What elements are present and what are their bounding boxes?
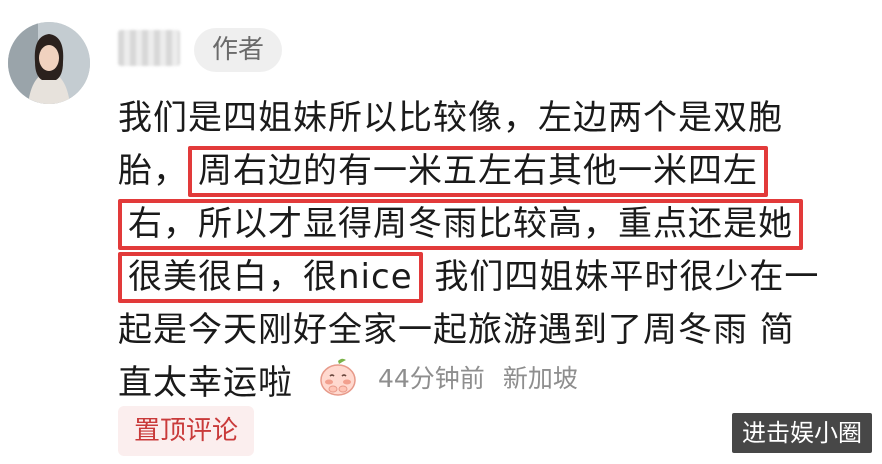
comment-line-text: 我们是四姐妹所以比较像，左边两个是双胞: [118, 98, 783, 138]
comment-line-text: 起是今天刚好全家一起旅游遇到了周冬雨 简: [118, 310, 795, 350]
comment-meta: 44分钟前 新加坡: [316, 352, 578, 402]
highlight-box: 右，所以才显得周冬雨比较高，重点还是她: [118, 199, 803, 250]
watermark: 进击娱小圈: [732, 413, 872, 453]
highlight-box: 周右边的有一米五左右其他一米四左: [188, 146, 768, 197]
user-avatar[interactable]: [8, 22, 90, 104]
comment-line: 起是今天刚好全家一起旅游遇到了周冬雨 简: [118, 304, 868, 357]
comment-line: 胎， 周右边的有一米五左右其他一米四左: [118, 145, 868, 198]
shy-peach-emoji-icon: [316, 355, 360, 399]
comment-location: 新加坡: [502, 364, 578, 393]
comment-line-text: 我们四姐妹平时很少在一: [422, 257, 820, 297]
comment-line: 我们是四姐妹所以比较像，左边两个是双胞: [118, 92, 868, 145]
username-blurred[interactable]: [118, 30, 180, 66]
comment-line: 很美很白，很nice 我们四姐妹平时很少在一: [118, 251, 868, 304]
comment-line-text: 直太幸运啦: [118, 363, 293, 403]
pinned-comment-badge[interactable]: 置顶评论: [118, 406, 255, 456]
author-badge: 作者: [194, 28, 283, 72]
comment-line: 右，所以才显得周冬雨比较高，重点还是她: [118, 198, 868, 251]
comment-time: 44分钟前: [378, 364, 485, 393]
highlight-box: 很美很白，很nice: [118, 252, 423, 303]
comment-line-text: 胎，: [118, 151, 188, 191]
